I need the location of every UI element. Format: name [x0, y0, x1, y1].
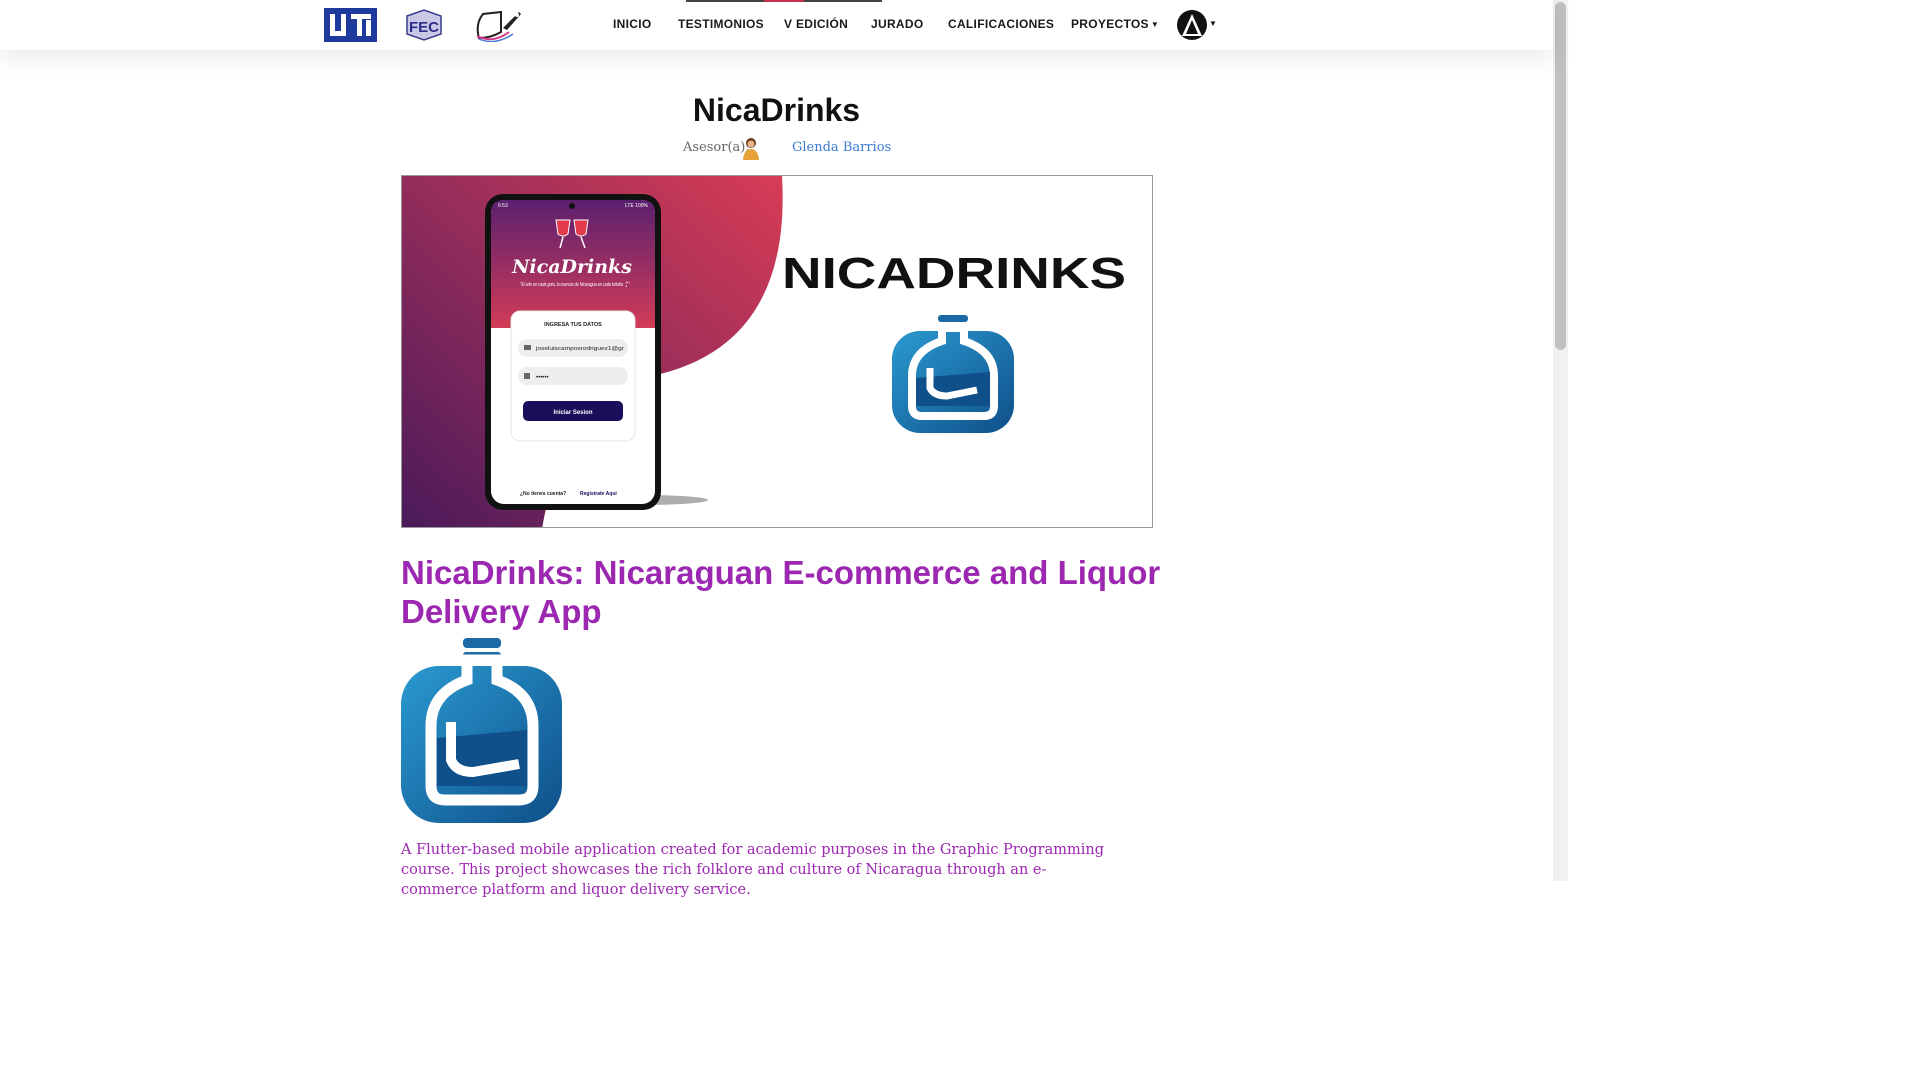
app-bottle-icon [401, 638, 562, 823]
phone-app-name: NicaDrinks [511, 256, 632, 278]
article-description: A Flutter-based mobile application creat… [401, 842, 1105, 898]
scrollbar-thumb[interactable] [1555, 2, 1566, 350]
phone-signup-link: Registrate Aqui [580, 491, 617, 497]
user-menu[interactable]: ▼ [1177, 10, 1217, 40]
article-title: NicaDrinks: Nicaraguan E-commerce and Li… [401, 554, 1161, 630]
advisor-name-link[interactable]: Glenda Barrios [792, 140, 891, 155]
chevron-down-icon: ▼ [1209, 19, 1217, 28]
nav-item-proyectos-label: PROYECTOS [1071, 17, 1149, 31]
phone-password-value: •••••• [536, 375, 549, 381]
phone-email-value: joseluiscamposrodriguez1@gr [535, 346, 625, 352]
nav-item-inicio[interactable]: INICIO [613, 17, 651, 31]
page-title: NicaDrinks [692, 92, 861, 128]
chevron-down-icon: ▼ [1150, 20, 1160, 29]
uni-logo[interactable] [324, 8, 377, 42]
phone-signup-prompt: ¿No tienes cuenta? [520, 491, 566, 497]
user-avatar-icon [1177, 10, 1207, 40]
bottle-icon [892, 315, 1014, 433]
phone-status-right: LTE 100% [625, 203, 649, 209]
svg-text:FEC: FEC [409, 19, 439, 36]
nav-item-testimonios[interactable]: TESTIMONIOS [678, 17, 764, 31]
phone-tagline: "El arte en cada gota, la esencia de Nic… [520, 281, 630, 288]
banner-brand-text: NICADRINKS [782, 249, 1126, 298]
nav-item-jurado[interactable]: JURADO [871, 17, 923, 31]
nav-active-indicator [804, 0, 882, 2]
fec-logo[interactable]: FEC [401, 8, 447, 42]
phone-card-title: INGRESA TUS DATOS [544, 322, 602, 328]
advisor-avatar [743, 138, 759, 160]
phone-login-button: Iniciar Sesion [553, 410, 592, 416]
phone-status-time: 6:53 [498, 203, 508, 209]
nav-item-proyectos[interactable]: PROYECTOS ▼ [1071, 17, 1159, 31]
nav-active-indicator [686, 0, 764, 2]
nav-item-v-edicion[interactable]: V EDICIÓN [784, 17, 848, 31]
project-banner-image: 6:53 LTE 100% NicaDrinks "El arte en cad… [401, 175, 1153, 528]
nav-active-indicator-accent [764, 0, 804, 2]
nav-item-calificaciones[interactable]: CALIFICACIONES [948, 17, 1054, 31]
top-navbar: FEC INICIO TESTIMONIOS V EDICIÓN JURADO … [0, 0, 1553, 50]
rocket-logo[interactable] [473, 8, 525, 42]
